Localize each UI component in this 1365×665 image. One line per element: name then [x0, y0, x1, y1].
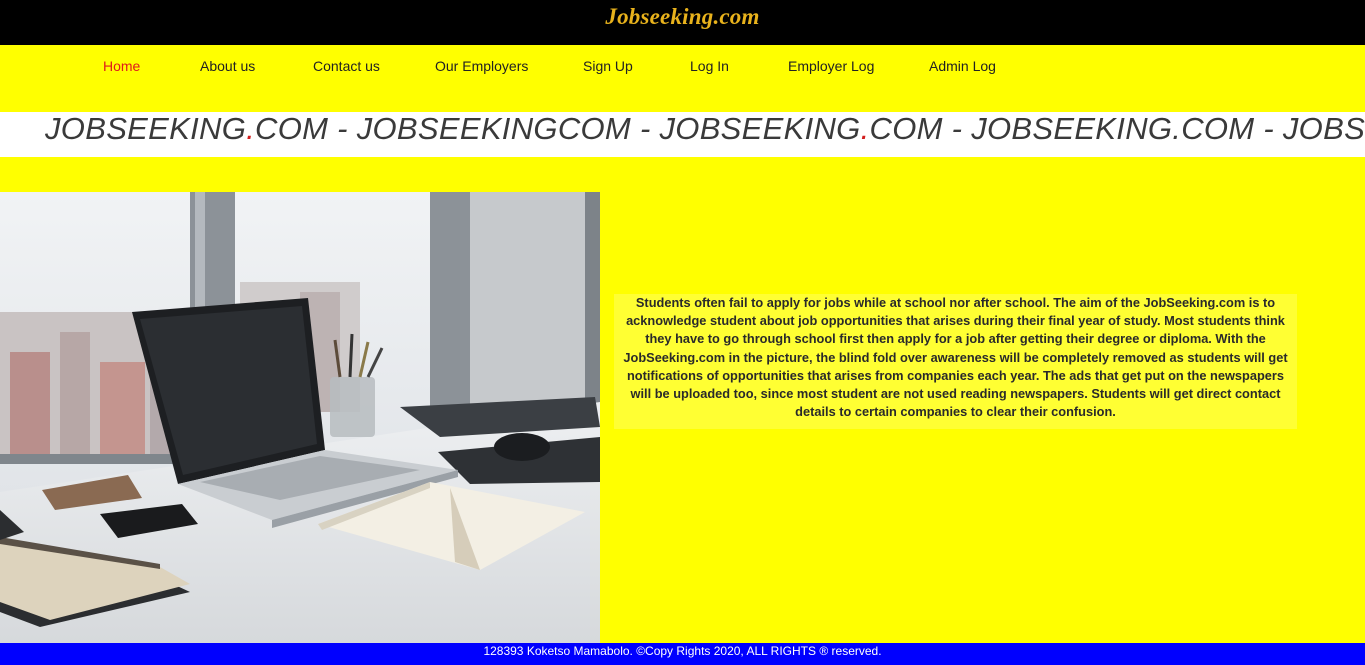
workspace-photo — [0, 192, 600, 643]
nav-sign-up[interactable]: Sign Up — [583, 58, 633, 74]
banner-text: JOBSEEKING.COM - JOBSEEKINGCOM - JOBSEEK… — [45, 112, 1365, 146]
nav-admin-log[interactable]: Admin Log — [929, 58, 996, 74]
top-bar: Jobseeking.com — [0, 0, 1365, 45]
main-nav: Home About us Contact us Our Employers S… — [0, 45, 1365, 85]
nav-home[interactable]: Home — [103, 58, 140, 74]
nav-log-in[interactable]: Log In — [690, 58, 729, 74]
nav-contact-us[interactable]: Contact us — [313, 58, 380, 74]
nav-our-employers[interactable]: Our Employers — [435, 58, 528, 74]
nav-employer-log[interactable]: Employer Log — [788, 58, 874, 74]
site-logo-text[interactable]: Jobseeking.com — [0, 4, 1365, 30]
footer-copyright: 128393 Koketso Mamabolo. ©Copy Rights 20… — [0, 643, 1365, 665]
scrolling-banner: JOBSEEKING.COM - JOBSEEKINGCOM - JOBSEEK… — [0, 112, 1365, 157]
about-text-block: Students often fail to apply for jobs wh… — [614, 294, 1297, 429]
nav-about-us[interactable]: About us — [200, 58, 255, 74]
